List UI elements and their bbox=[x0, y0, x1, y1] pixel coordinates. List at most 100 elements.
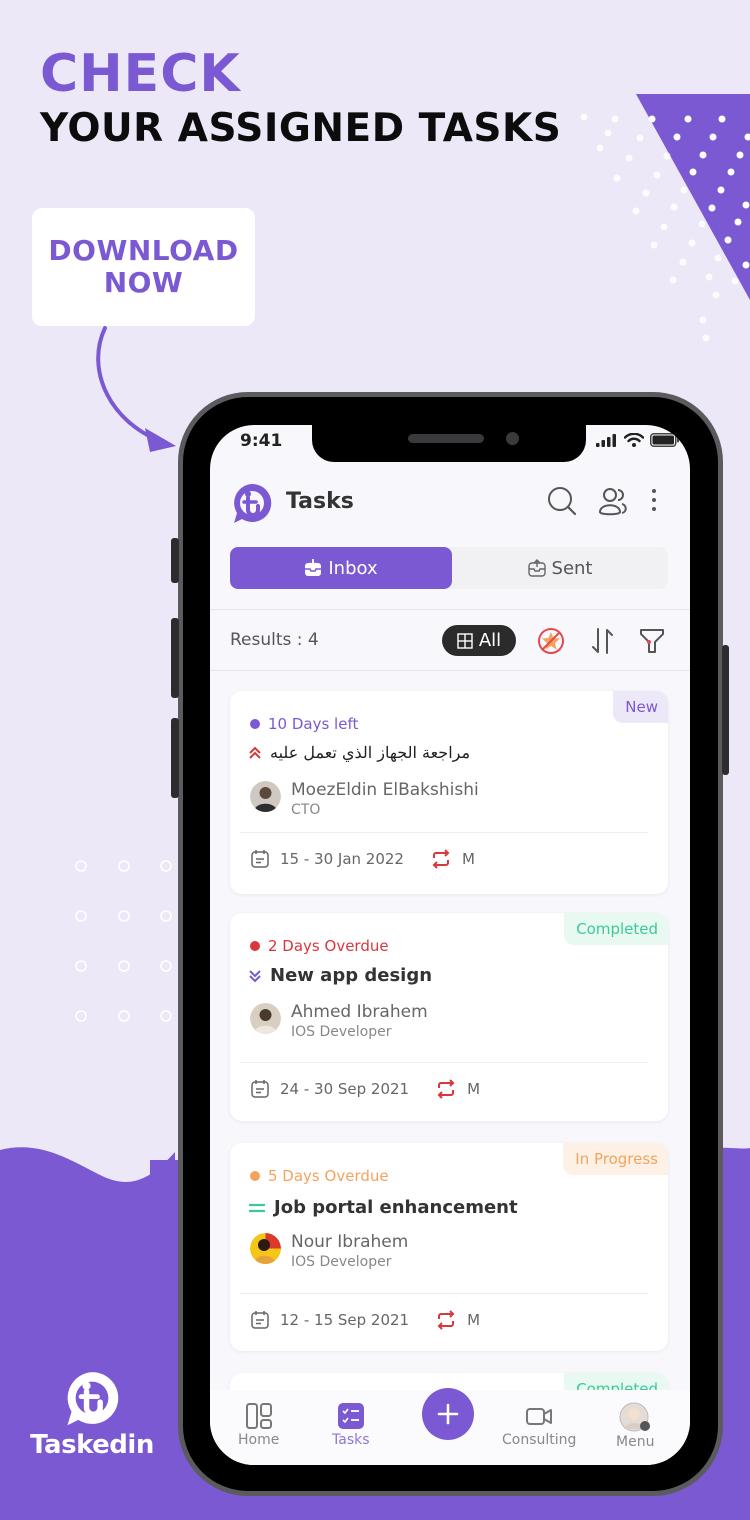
users-icon[interactable] bbox=[598, 485, 630, 517]
assignee: Nour Ibrahem IOS Developer bbox=[250, 1231, 408, 1271]
phone-volume-down-button bbox=[171, 718, 179, 798]
avatar bbox=[250, 1233, 281, 1264]
inbox-icon bbox=[305, 559, 322, 576]
assignee-role: CTO bbox=[291, 802, 321, 818]
filter-bar: Results : 4 All bbox=[210, 609, 690, 671]
repeat-frequency: M bbox=[461, 850, 475, 868]
repeat-icon bbox=[432, 849, 450, 869]
due-dot-icon bbox=[250, 1171, 260, 1181]
bottom-wave bbox=[0, 1147, 175, 1520]
task-title: Job portal enhancement bbox=[274, 1197, 518, 1218]
due-text: 2 Days Overdue bbox=[268, 937, 389, 955]
date-range: 12 - 15 Sep 2021 bbox=[280, 1311, 410, 1329]
tab-sent[interactable]: Sent bbox=[452, 547, 668, 589]
download-now-button[interactable]: DOWNLOAD NOW bbox=[32, 208, 255, 326]
taskedin-logo-icon bbox=[67, 1372, 119, 1426]
repeat-icon bbox=[437, 1310, 455, 1330]
card-divider bbox=[240, 832, 648, 833]
due-indicator: 10 Days left bbox=[250, 715, 358, 733]
task-title-row: مراجعة الجهاز الذي تعمل عليه bbox=[248, 743, 470, 762]
nav-home[interactable]: Home bbox=[238, 1402, 279, 1448]
taskedin-logo-icon bbox=[234, 483, 272, 523]
nav-menu[interactable]: Menu bbox=[616, 1402, 654, 1450]
arrow-head bbox=[145, 428, 176, 452]
brand-logo: Taskedin bbox=[30, 1368, 154, 1460]
sent-icon bbox=[527, 559, 546, 577]
date-range: 15 - 30 Jan 2022 bbox=[280, 850, 404, 868]
video-icon bbox=[526, 1408, 553, 1425]
tab-sent-label: Sent bbox=[551, 557, 593, 579]
nav-tasks[interactable]: Tasks bbox=[332, 1402, 370, 1448]
status-icons bbox=[596, 433, 680, 447]
due-indicator: 5 Days Overdue bbox=[250, 1167, 389, 1185]
calendar-icon bbox=[251, 1080, 269, 1098]
task-title: New app design bbox=[270, 965, 433, 986]
assignee: MoezEldin ElBakshishi CTO bbox=[250, 779, 479, 819]
nav-tasks-label: Tasks bbox=[332, 1432, 370, 1448]
phone-speaker bbox=[408, 434, 484, 443]
assignee-role: IOS Developer bbox=[291, 1254, 392, 1270]
download-label-line1: DOWNLOAD bbox=[48, 234, 239, 267]
task-footer: 12 - 15 Sep 2021 M bbox=[250, 1310, 480, 1330]
all-filter-button[interactable]: All bbox=[442, 625, 516, 656]
headline-main: YOUR ASSIGNED TASKS bbox=[40, 106, 562, 151]
phone-power-button bbox=[722, 645, 729, 775]
sort-icon[interactable] bbox=[590, 626, 616, 656]
page-title: Tasks bbox=[286, 489, 354, 514]
repeat-frequency: M bbox=[467, 1080, 481, 1098]
phone-notch bbox=[312, 425, 586, 462]
task-card[interactable]: New 10 Days left مراجعة الجهاز الذي تعمل… bbox=[230, 691, 668, 894]
tab-inbox[interactable]: Inbox bbox=[230, 547, 452, 589]
no-star-icon[interactable] bbox=[536, 626, 566, 656]
signal-icon bbox=[596, 433, 616, 447]
calendar-icon bbox=[251, 850, 269, 868]
download-label-line2: NOW bbox=[103, 266, 184, 299]
due-text: 10 Days left bbox=[268, 715, 359, 733]
avatar bbox=[250, 1003, 281, 1034]
task-footer: 24 - 30 Sep 2021 M bbox=[250, 1079, 480, 1099]
task-footer: 15 - 30 Jan 2022 M bbox=[250, 849, 475, 869]
due-dot-icon bbox=[250, 941, 260, 951]
app-header: Tasks bbox=[210, 475, 690, 531]
task-card[interactable]: In Progress 5 Days Overdue Job portal en… bbox=[230, 1143, 668, 1351]
inbox-sent-tabs: Inbox Sent bbox=[230, 547, 668, 589]
avatar-icon bbox=[619, 1402, 651, 1432]
card-divider bbox=[240, 1293, 648, 1294]
bottom-navigation: Home Tasks Consulting Menu bbox=[210, 1388, 690, 1465]
nav-consulting[interactable]: Consulting bbox=[502, 1402, 576, 1448]
results-count: Results : 4 bbox=[230, 630, 319, 650]
task-card[interactable]: Completed 2 Days Overdue New app design … bbox=[230, 913, 668, 1121]
repeat-frequency: M bbox=[467, 1311, 481, 1329]
card-divider bbox=[240, 1062, 648, 1063]
task-title: مراجعة الجهاز الذي تعمل عليه bbox=[270, 743, 471, 762]
grid-icon bbox=[457, 632, 473, 649]
headline-accent: CHECK bbox=[40, 44, 241, 104]
plus-icon bbox=[437, 1403, 459, 1425]
phone-screen: 9:41 Tasks Inbox Sent Results : 4 All Ne… bbox=[210, 425, 690, 1465]
nav-home-label: Home bbox=[238, 1432, 280, 1448]
priority-high-icon bbox=[249, 746, 261, 759]
repeat-icon bbox=[437, 1079, 455, 1099]
priority-medium-icon bbox=[249, 1203, 265, 1212]
filter-icon[interactable] bbox=[638, 626, 666, 656]
wifi-icon bbox=[624, 433, 644, 447]
decorative-triangle bbox=[636, 94, 750, 300]
battery-icon bbox=[650, 433, 679, 447]
due-indicator: 2 Days Overdue bbox=[250, 937, 389, 955]
phone-mute-button bbox=[171, 538, 179, 583]
search-icon[interactable] bbox=[546, 485, 578, 517]
brand-name: Taskedin bbox=[30, 1430, 154, 1460]
calendar-icon bbox=[251, 1311, 269, 1329]
task-title-row: New app design bbox=[248, 965, 432, 986]
add-task-button[interactable] bbox=[422, 1388, 474, 1440]
status-badge: In Progress bbox=[563, 1143, 668, 1175]
curved-arrow bbox=[96, 326, 170, 446]
tasks-checklist-icon bbox=[337, 1403, 364, 1429]
more-vertical-icon[interactable] bbox=[648, 485, 660, 517]
assignee-name: MoezEldin ElBakshishi bbox=[291, 780, 479, 800]
due-text: 5 Days Overdue bbox=[268, 1167, 389, 1185]
phone-camera bbox=[506, 432, 519, 445]
assignee-name: Ahmed Ibrahem bbox=[291, 1002, 428, 1022]
all-filter-label: All bbox=[478, 630, 502, 651]
date-range: 24 - 30 Sep 2021 bbox=[280, 1080, 410, 1098]
